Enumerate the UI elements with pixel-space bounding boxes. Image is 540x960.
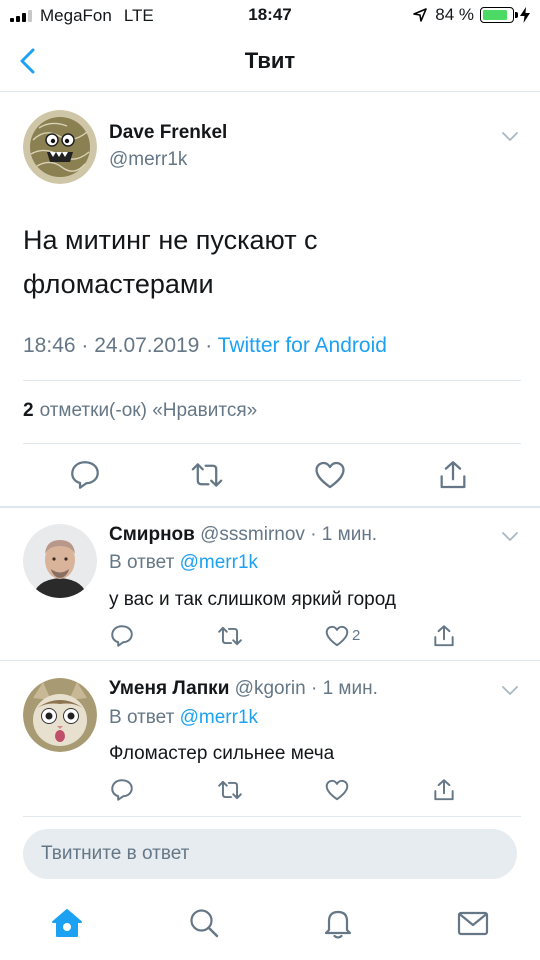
tweet-time: 18:46 <box>23 334 76 357</box>
likes-summary[interactable]: 2 отметки(-ок) «Нравится» <box>23 400 257 422</box>
divider <box>0 506 540 508</box>
reply-button[interactable] <box>109 777 135 803</box>
chevron-down-icon <box>502 532 518 541</box>
reply-author-name[interactable]: Смирнов <box>109 524 195 545</box>
author-display-name[interactable]: Dave Frenkel <box>109 122 227 144</box>
in-reply-to: В ответ @merr1k <box>109 552 258 574</box>
share-icon <box>434 625 454 647</box>
avatar-image <box>23 524 97 598</box>
reply-time: · 1 мин. <box>310 524 378 545</box>
charging-icon <box>520 7 530 23</box>
tweet-options-button[interactable] <box>500 126 520 146</box>
share-button[interactable] <box>431 777 457 803</box>
avatar-image <box>23 678 97 752</box>
share-icon <box>440 461 466 489</box>
share-button[interactable] <box>431 623 457 649</box>
location-arrow-icon <box>413 8 428 22</box>
share-button[interactable] <box>436 458 470 492</box>
likes-count: 2 <box>23 400 34 421</box>
mail-icon <box>457 911 489 936</box>
avatar-image <box>23 110 97 184</box>
bottom-tab-bar <box>0 886 540 960</box>
divider <box>23 816 521 817</box>
tweet-metadata: 18:46 · 24.07.2019 · Twitter for Android <box>23 334 387 358</box>
chevron-down-icon <box>502 686 518 695</box>
reply-author-line: Смирнов @sssmirnov · 1 мин. <box>109 524 377 546</box>
battery-level <box>483 10 507 20</box>
in-reply-mention[interactable]: @merr1k <box>180 552 258 573</box>
reply-author-avatar[interactable] <box>23 524 97 598</box>
divider <box>23 380 521 381</box>
reply-composer-input[interactable]: Твитните в ответ <box>23 829 517 879</box>
divider <box>23 443 521 444</box>
navigation-bar: Твит <box>0 32 540 92</box>
battery-icon <box>480 7 518 23</box>
tweet-source-link[interactable]: Twitter for Android <box>218 334 387 357</box>
retweet-button[interactable] <box>217 623 243 649</box>
chevron-down-icon <box>502 132 518 141</box>
in-reply-label: В ответ <box>109 707 175 728</box>
reply-icon <box>111 625 133 647</box>
in-reply-to: В ответ @merr1k <box>109 707 258 729</box>
like-count: 2 <box>352 627 361 644</box>
like-button[interactable] <box>313 458 347 492</box>
meta-separator: · <box>81 334 89 357</box>
reply-text: у вас и так слишком яркий город <box>109 589 396 610</box>
tab-messages[interactable] <box>455 905 491 941</box>
heart-icon <box>325 625 349 647</box>
retweet-icon <box>218 626 242 646</box>
share-icon <box>434 779 454 801</box>
divider <box>0 660 540 661</box>
tab-notifications[interactable] <box>320 905 356 941</box>
like-button[interactable] <box>324 623 350 649</box>
reply-author-line: Уменя Лапки @kgorin · 1 мин. <box>109 678 378 700</box>
retweet-button[interactable] <box>190 458 224 492</box>
in-reply-label: В ответ <box>109 552 175 573</box>
reply-button[interactable] <box>109 623 135 649</box>
author-handle[interactable]: @merr1k <box>109 149 187 171</box>
author-avatar[interactable] <box>23 110 97 184</box>
reply-time: · 1 мин. <box>310 678 378 699</box>
reply-text: Фломастер сильнее меча <box>109 743 335 764</box>
tweet-text-line: фломастерами <box>23 269 214 299</box>
search-icon <box>190 909 219 938</box>
heart-icon <box>325 779 349 801</box>
reply-options-button[interactable] <box>500 680 520 700</box>
reply-button[interactable] <box>68 458 102 492</box>
reply-options-button[interactable] <box>500 526 520 546</box>
status-bar: MegaFon LTE 18:47 84 % <box>0 0 540 32</box>
status-right: 84 % <box>413 5 530 25</box>
retweet-icon <box>191 463 223 487</box>
home-icon <box>52 909 82 937</box>
reply-author-name[interactable]: Уменя Лапки <box>109 678 229 699</box>
reply-icon <box>71 461 99 489</box>
bell-icon <box>324 910 352 939</box>
page-title: Твит <box>244 48 296 73</box>
retweet-button[interactable] <box>217 777 243 803</box>
reply-author-handle[interactable]: @sssmirnov <box>200 524 305 545</box>
tab-search[interactable] <box>186 905 222 941</box>
in-reply-mention[interactable]: @merr1k <box>180 707 258 728</box>
battery-percent: 84 % <box>435 5 474 24</box>
tab-home[interactable] <box>49 905 85 941</box>
tweet-text: На митинг не пускают с фломастерами <box>23 218 503 306</box>
like-button[interactable] <box>324 777 350 803</box>
likes-label: отметки(-ок) «Нравится» <box>39 400 258 421</box>
reply-author-avatar[interactable] <box>23 678 97 752</box>
reply-author-handle[interactable]: @kgorin <box>235 678 306 699</box>
retweet-icon <box>218 780 242 800</box>
tweet-text-line: На митинг не пускают с <box>23 225 318 255</box>
tweet-date: 24.07.2019 <box>94 334 200 357</box>
meta-separator: · <box>205 334 213 357</box>
heart-icon <box>315 461 345 489</box>
reply-icon <box>111 779 133 801</box>
